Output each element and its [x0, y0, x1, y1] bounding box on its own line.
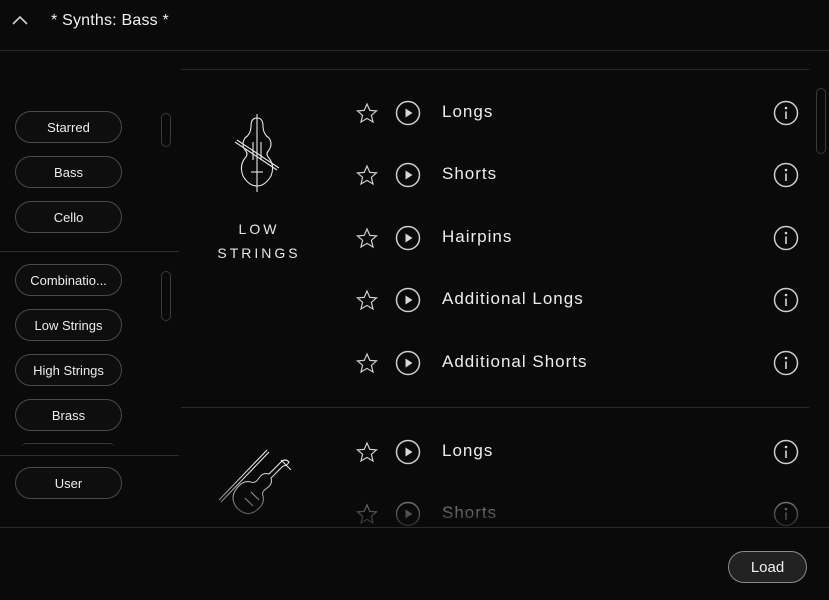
chevron-up-icon — [12, 15, 28, 25]
header-bar: * Synths: Bass * — [0, 0, 829, 51]
filter-scrollbar[interactable] — [161, 113, 171, 147]
list-item[interactable]: Longs — [355, 434, 815, 470]
star-icon[interactable] — [355, 102, 379, 124]
list-item[interactable]: Longs — [355, 95, 815, 131]
info-icon[interactable] — [773, 439, 799, 465]
play-icon[interactable] — [395, 287, 421, 313]
info-icon[interactable] — [773, 501, 799, 527]
list-scrollbar[interactable] — [816, 88, 826, 154]
filter-starred[interactable]: Starred — [15, 111, 122, 143]
load-button[interactable]: Load — [728, 551, 807, 583]
group-name-line1: LOW — [238, 221, 280, 237]
info-icon[interactable] — [773, 100, 799, 126]
list-item[interactable]: Shorts — [355, 157, 815, 193]
info-icon[interactable] — [773, 287, 799, 313]
group-name-line2: STRINGS — [217, 245, 301, 261]
footer-bar — [0, 527, 829, 600]
list-divider — [181, 69, 809, 70]
category-next-item-edge — [22, 443, 114, 447]
star-icon[interactable] — [355, 352, 379, 374]
cello-icon — [234, 114, 280, 192]
play-icon[interactable] — [395, 225, 421, 251]
info-icon[interactable] — [773, 350, 799, 376]
collapse-button[interactable] — [8, 8, 32, 32]
star-icon[interactable] — [355, 503, 379, 525]
play-icon[interactable] — [395, 501, 421, 527]
info-icon[interactable] — [773, 225, 799, 251]
filter-cello[interactable]: Cello — [15, 201, 122, 233]
category-combinations[interactable]: Combinatio... — [15, 264, 122, 296]
list-item[interactable]: Additional Shorts — [355, 345, 815, 381]
category-brass[interactable]: Brass — [15, 399, 122, 431]
articulation-label: Longs — [442, 441, 494, 460]
star-icon[interactable] — [355, 441, 379, 463]
category-low-strings[interactable]: Low Strings — [15, 309, 122, 341]
preset-title: * Synths: Bass * — [51, 12, 169, 29]
play-icon[interactable] — [395, 439, 421, 465]
list-item[interactable]: Additional Longs — [355, 282, 815, 318]
list-item[interactable]: Hairpins — [355, 220, 815, 256]
articulation-label: Additional Longs — [442, 289, 584, 308]
articulation-label: Shorts — [442, 164, 498, 183]
play-icon[interactable] — [395, 100, 421, 126]
articulation-label: Additional Shorts — [442, 352, 588, 371]
filter-bass[interactable]: Bass — [15, 156, 122, 188]
category-high-strings[interactable]: High Strings — [15, 354, 122, 386]
star-icon[interactable] — [355, 164, 379, 186]
sidebar-divider — [0, 455, 179, 456]
star-icon[interactable] — [355, 227, 379, 249]
articulation-label: Longs — [442, 102, 494, 121]
play-icon[interactable] — [395, 162, 421, 188]
star-icon[interactable] — [355, 289, 379, 311]
violin-icon — [218, 449, 292, 515]
info-icon[interactable] — [773, 162, 799, 188]
category-scrollbar[interactable] — [161, 271, 171, 321]
articulation-label: Hairpins — [442, 227, 513, 246]
list-divider — [181, 407, 809, 408]
sidebar-divider — [0, 251, 179, 252]
filter-user[interactable]: User — [15, 467, 122, 499]
play-icon[interactable] — [395, 350, 421, 376]
articulation-label: Shorts — [442, 503, 498, 522]
